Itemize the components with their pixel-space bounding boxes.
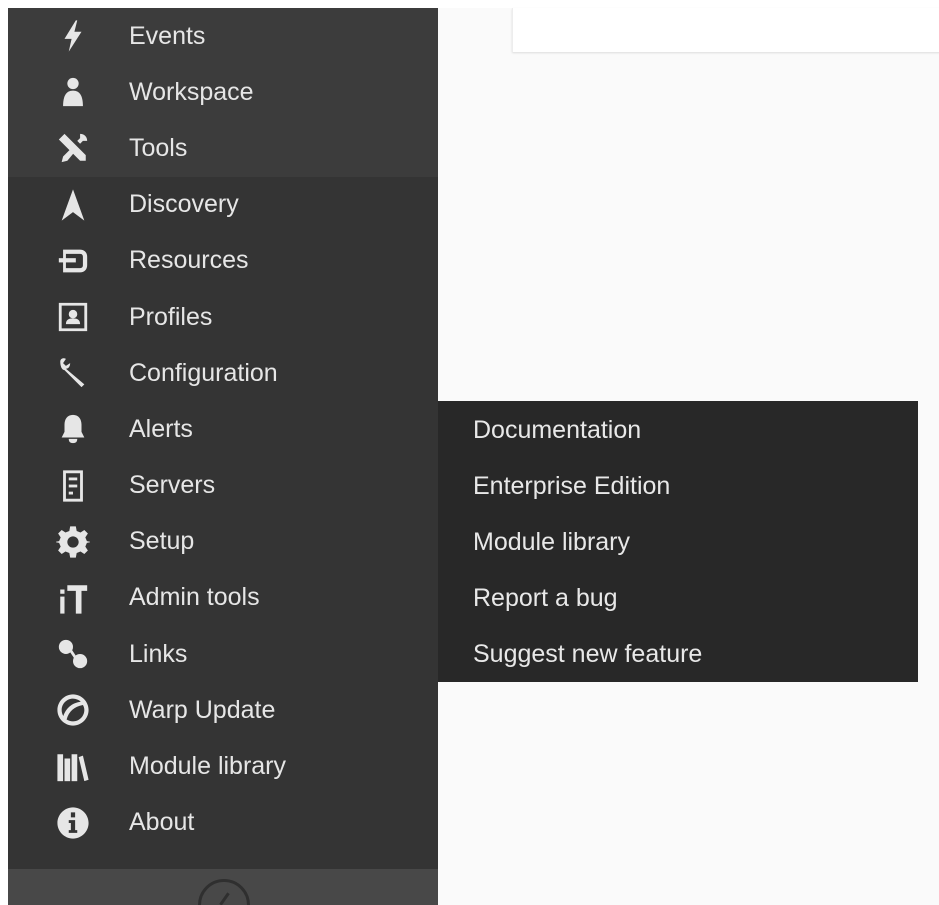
- sidebar: Events Workspace Tools Discovery Resourc…: [8, 8, 438, 905]
- sidebar-group-operation: Events Workspace Tools: [8, 8, 438, 177]
- sidebar-item-label: Tools: [129, 133, 188, 162]
- sidebar-item-label: Discovery: [129, 190, 239, 219]
- sidebar-item-label: Module library: [129, 752, 287, 781]
- sidebar-item-setup[interactable]: Setup: [8, 514, 438, 570]
- user-icon: [8, 75, 128, 109]
- submenu-item-enterprise-edition[interactable]: Enterprise Edition: [438, 458, 918, 514]
- discovery-icon: [8, 188, 128, 222]
- submenu-item-module-library[interactable]: Module library: [438, 514, 918, 570]
- sidebar-item-label: Warp Update: [129, 695, 276, 724]
- sidebar-item-label: Links: [129, 639, 188, 668]
- bell-icon: [8, 412, 128, 446]
- lightning-icon: [8, 19, 128, 53]
- sidebar-item-servers[interactable]: Servers: [8, 458, 438, 514]
- admin-tools-icon: [8, 581, 128, 615]
- resources-icon: [8, 244, 128, 278]
- sidebar-item-module-library[interactable]: Module library: [8, 738, 438, 794]
- sidebar-item-profiles[interactable]: Profiles: [8, 289, 438, 345]
- server-icon: [8, 469, 128, 503]
- top-card: [512, 8, 939, 52]
- sidebar-item-label: Resources: [129, 246, 249, 275]
- sidebar-item-tools[interactable]: Tools: [8, 120, 438, 176]
- sidebar-item-workspace[interactable]: Workspace: [8, 64, 438, 120]
- sidebar-item-resources[interactable]: Resources: [8, 233, 438, 289]
- tools-icon: [8, 131, 128, 165]
- sidebar-item-links[interactable]: Links: [8, 626, 438, 682]
- warp-update-icon: [8, 693, 128, 727]
- links-submenu: Documentation Enterprise Edition Module …: [438, 401, 918, 682]
- sidebar-item-label: Workspace: [129, 77, 254, 106]
- sidebar-item-label: About: [129, 808, 195, 837]
- sidebar-item-label: Configuration: [129, 358, 278, 387]
- sidebar-item-warp-update[interactable]: Warp Update: [8, 682, 438, 738]
- sidebar-item-label: Events: [129, 21, 206, 50]
- sidebar-item-discovery[interactable]: Discovery: [8, 177, 438, 233]
- submenu-item-report-bug[interactable]: Report a bug: [438, 571, 918, 627]
- sidebar-item-label: Servers: [129, 471, 216, 500]
- sidebar-footer: [8, 869, 438, 905]
- info-icon: [8, 806, 128, 840]
- collapse-sidebar-icon[interactable]: [198, 879, 250, 905]
- library-icon: [8, 750, 128, 784]
- sidebar-item-admin-tools[interactable]: Admin tools: [8, 570, 438, 626]
- submenu-item-documentation[interactable]: Documentation: [438, 402, 918, 458]
- sidebar-item-configuration[interactable]: Configuration: [8, 345, 438, 401]
- link-icon: [8, 637, 128, 671]
- gear-icon: [8, 525, 128, 559]
- sidebar-item-about[interactable]: About: [8, 795, 438, 851]
- submenu-item-suggest-feature[interactable]: Suggest new feature: [438, 627, 918, 683]
- sidebar-item-label: Profiles: [129, 302, 213, 331]
- sidebar-item-label: Setup: [129, 527, 195, 556]
- sidebar-item-label: Admin tools: [129, 583, 260, 612]
- sidebar-item-events[interactable]: Events: [8, 8, 438, 64]
- sidebar-item-label: Alerts: [129, 414, 193, 443]
- profile-icon: [8, 300, 128, 334]
- sidebar-item-alerts[interactable]: Alerts: [8, 401, 438, 457]
- wrench-icon: [8, 356, 128, 390]
